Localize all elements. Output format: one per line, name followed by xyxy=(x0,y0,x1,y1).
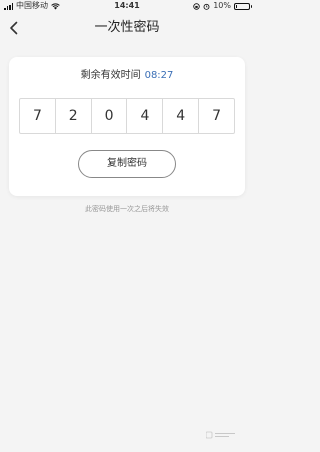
password-digit: 7 xyxy=(20,99,56,133)
copy-password-button[interactable]: 复制密码 xyxy=(78,150,176,178)
password-digit: 4 xyxy=(163,99,200,133)
watermark-logo xyxy=(206,431,235,439)
password-digits: 7 2 0 4 4 7 xyxy=(19,98,235,134)
battery-icon xyxy=(234,2,252,10)
alarm-icon xyxy=(203,3,210,10)
hint-text: 此密码使用一次之后将失效 xyxy=(85,205,169,213)
password-digit: 2 xyxy=(56,99,92,133)
timer-row: 剩余有效时间 08:27 xyxy=(9,69,245,83)
status-bar: 中国移动 14:41 10% xyxy=(0,0,254,12)
timer-value: 08:27 xyxy=(144,70,174,81)
password-card: 剩余有效时间 08:27 7 2 0 4 4 7 复制密码 xyxy=(9,57,245,196)
password-digit: 0 xyxy=(92,99,128,133)
status-right: 10% xyxy=(193,0,252,12)
navigation-bar: 一次性密码 xyxy=(0,12,254,44)
lock-rotation-icon xyxy=(193,2,200,10)
password-digit: 4 xyxy=(127,99,164,133)
timer-label: 剩余有效时间 xyxy=(80,70,141,81)
battery-percent: 10% xyxy=(213,1,231,10)
password-digit: 7 xyxy=(212,108,222,124)
battery-fill xyxy=(236,4,237,8)
page-title: 一次性密码 xyxy=(94,20,160,35)
